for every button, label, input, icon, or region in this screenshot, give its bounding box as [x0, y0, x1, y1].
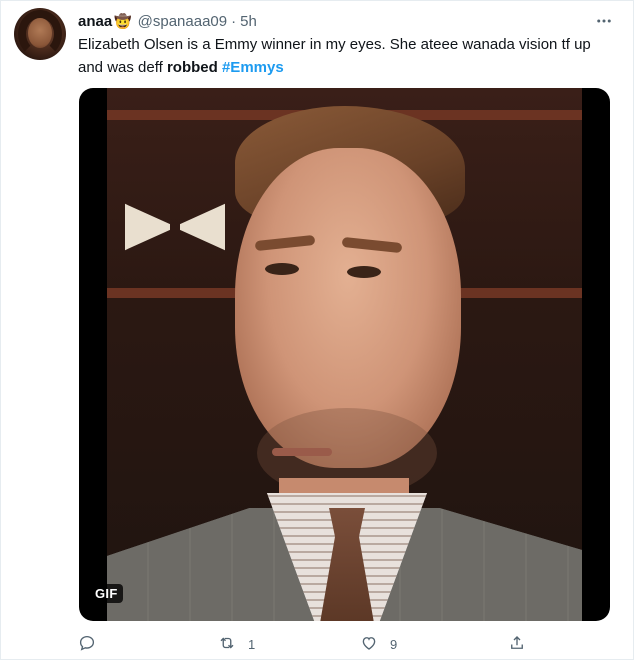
like-button[interactable]: 9 — [360, 632, 397, 656]
bowtie-display — [125, 203, 225, 251]
author-emoji: 🤠 — [114, 12, 132, 29]
like-icon — [360, 634, 378, 655]
author-name[interactable]: anaa — [78, 13, 112, 30]
tweet-time[interactable]: 5h — [240, 13, 257, 30]
share-icon — [508, 634, 526, 655]
avatar[interactable] — [14, 8, 66, 60]
gif-badge: GIF — [90, 584, 123, 603]
separator-dot: · — [231, 12, 237, 30]
tweet-text-body: Elizabeth Olsen is a Emmy winner in my e… — [78, 36, 591, 76]
author-handle[interactable]: @spanaaa09 — [138, 13, 227, 30]
person-eye — [347, 266, 381, 278]
retweet-count: 1 — [248, 636, 256, 652]
reply-icon — [78, 634, 96, 655]
tweet-actions: 1 9 — [78, 632, 528, 656]
hashtag-link[interactable]: #Emmys — [222, 59, 284, 76]
retweet-icon — [218, 634, 236, 655]
share-button[interactable] — [508, 632, 526, 656]
person-mouth — [272, 448, 332, 456]
tweet-header: anaa 🤠 @spanaaa09 · 5h — [78, 10, 614, 32]
retweet-button[interactable]: 1 — [218, 632, 255, 656]
avatar-face — [28, 18, 52, 48]
like-count: 9 — [390, 636, 398, 652]
gif-image — [107, 88, 582, 621]
gif-media[interactable]: GIF — [79, 88, 610, 621]
more-icon[interactable] — [594, 10, 614, 32]
reply-button[interactable] — [78, 632, 96, 656]
tweet-text-bold: robbed — [166, 59, 218, 76]
person-eye — [265, 263, 299, 275]
tweet-text: Elizabeth Olsen is a Emmy winner in my e… — [78, 33, 608, 79]
